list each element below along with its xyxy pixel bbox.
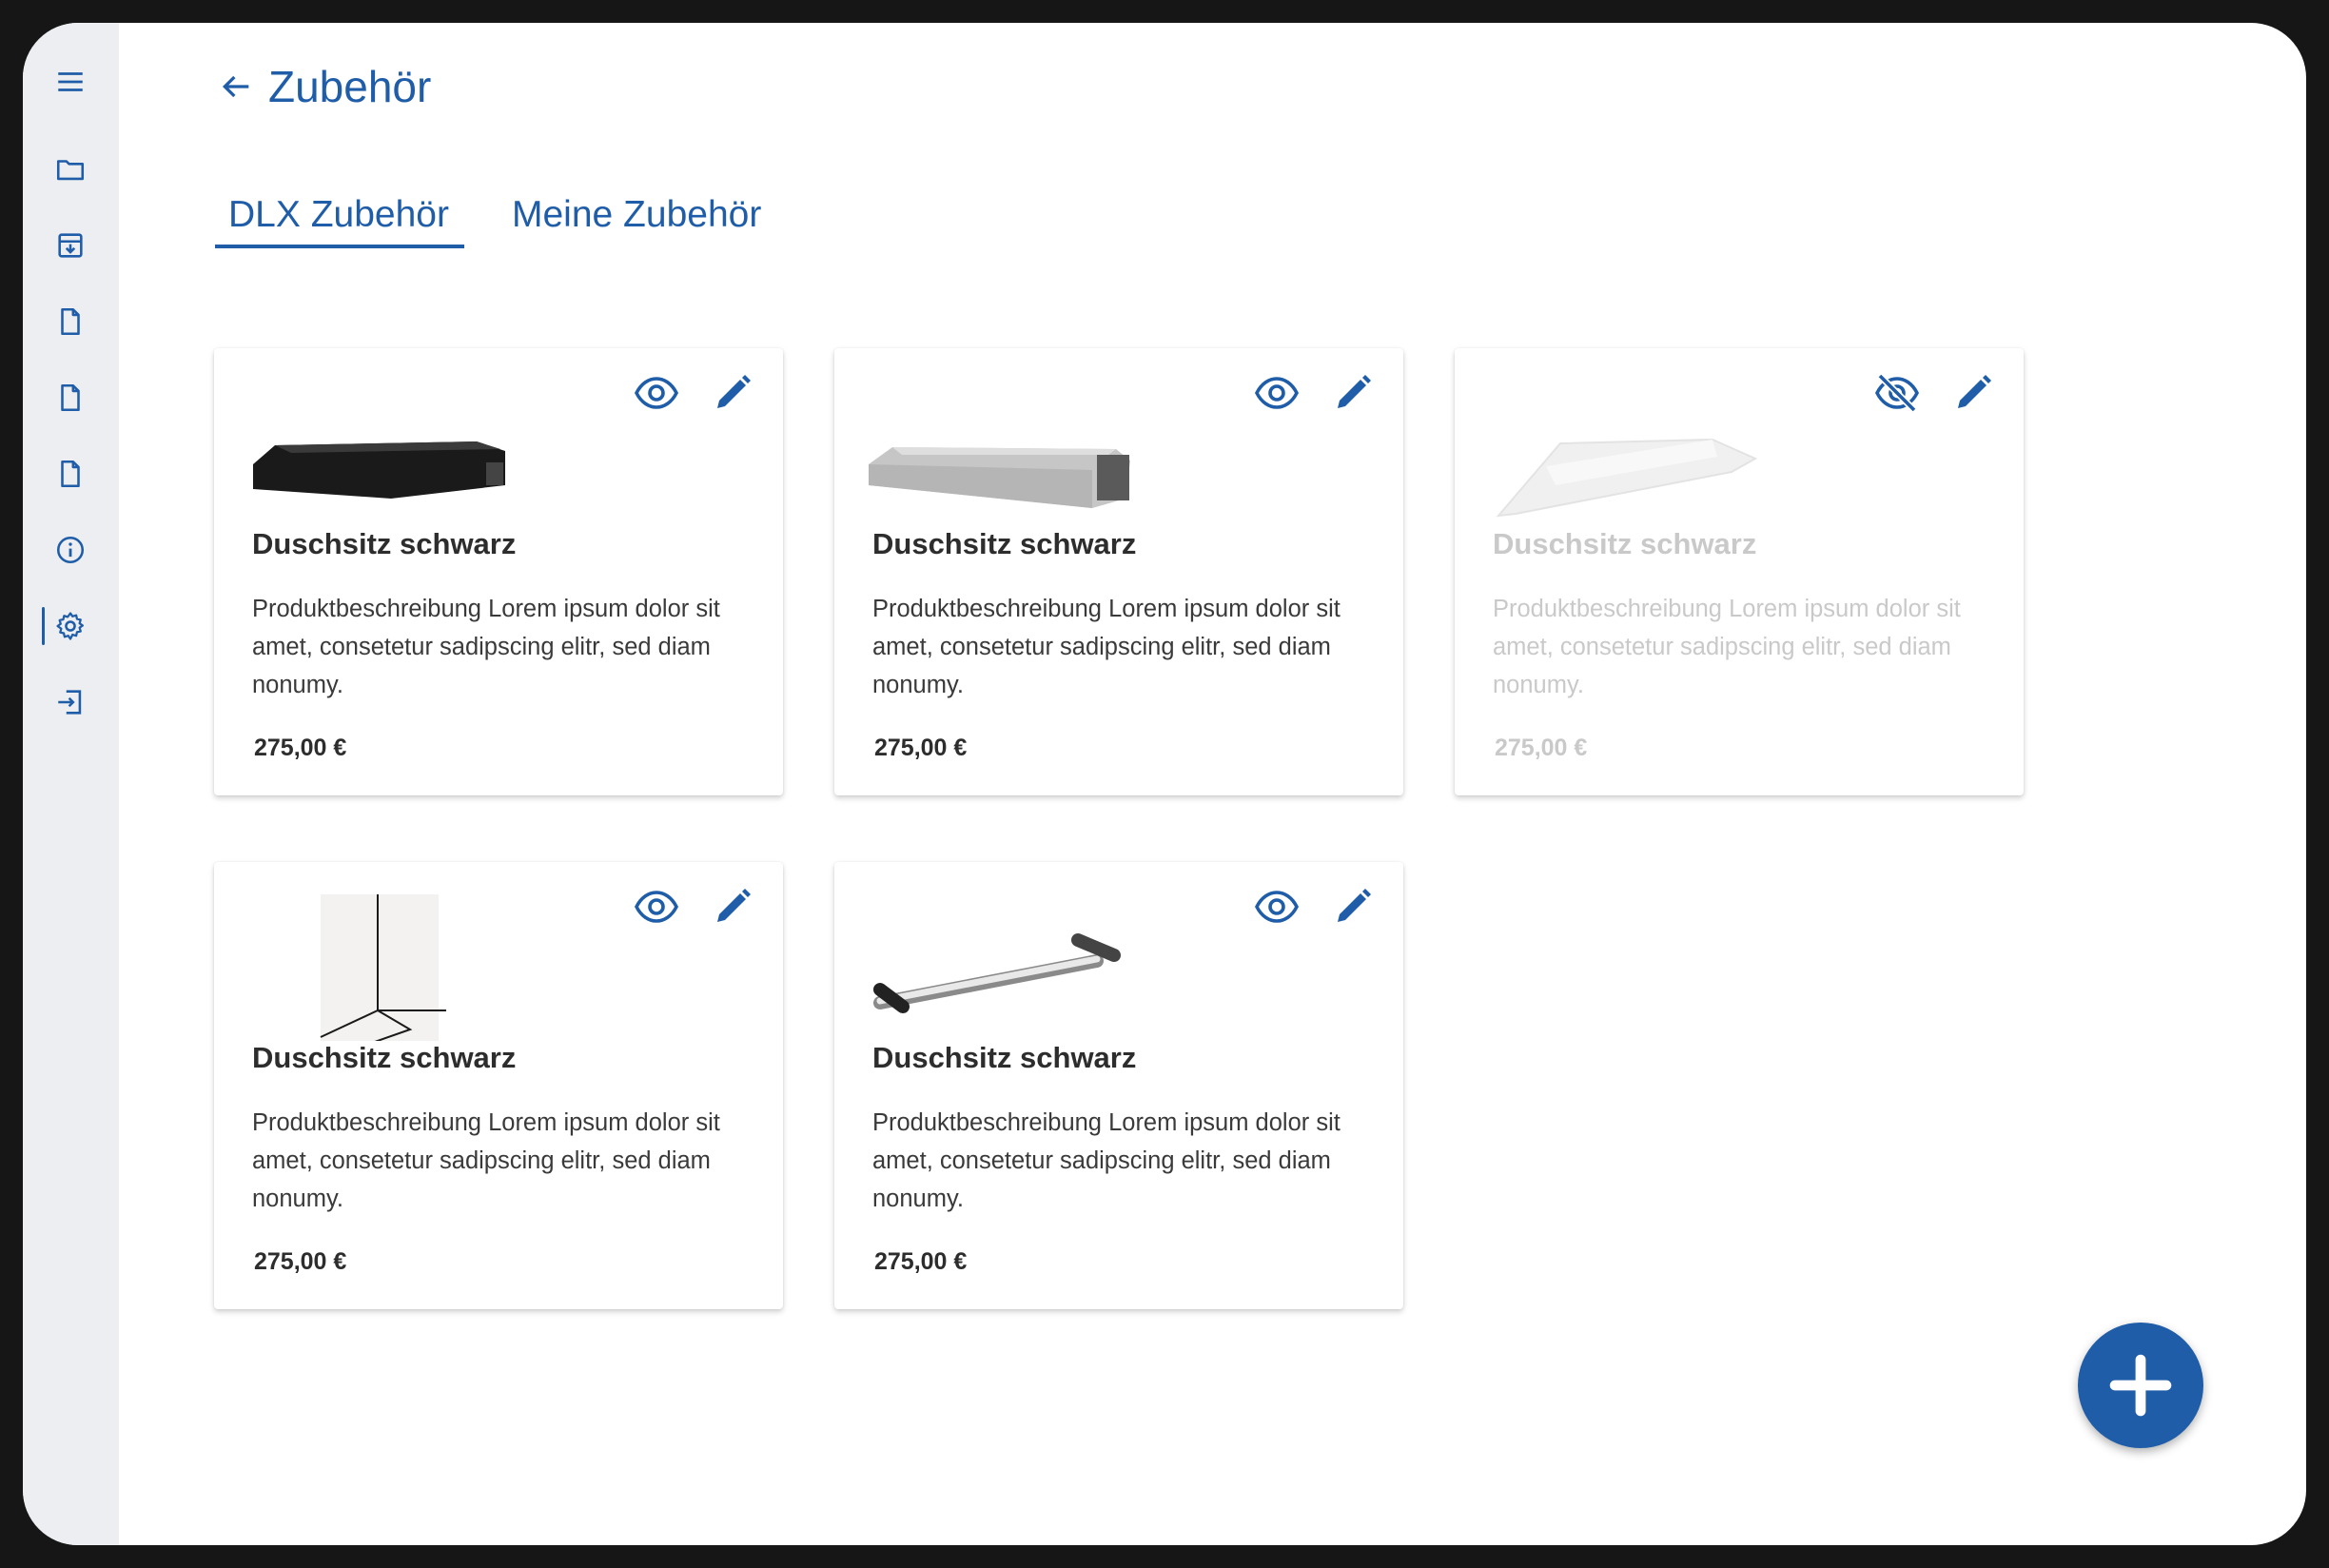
- tab-dlx-zubehoer[interactable]: DLX Zubehör: [228, 194, 449, 236]
- back-arrow-icon[interactable]: [217, 68, 255, 106]
- add-button[interactable]: [2078, 1323, 2203, 1448]
- app-window: Zubehör DLX Zubehör Meine Zubehör Duschs…: [23, 23, 2306, 1545]
- document-icon[interactable]: [51, 303, 89, 341]
- product-name: Duschsitz schwarz: [1493, 527, 1757, 560]
- sidebar: [23, 23, 119, 1545]
- product-card[interactable]: Duschsitz schwarz Produktbeschreibung Lo…: [834, 862, 1403, 1309]
- product-image: [253, 441, 505, 499]
- product-card[interactable]: Duschsitz schwarz Produktbeschreibung Lo…: [214, 862, 783, 1309]
- product-price: 275,00 €: [874, 735, 968, 761]
- eye-icon[interactable]: [1253, 883, 1301, 931]
- page-title-text: Zubehör: [268, 62, 432, 111]
- pencil-icon[interactable]: [1329, 369, 1377, 417]
- product-price: 275,00 €: [1495, 735, 1588, 761]
- document-icon[interactable]: [51, 455, 89, 493]
- product-description: Produktbeschreibung Lorem ipsum dolor si…: [252, 596, 720, 698]
- pencil-icon[interactable]: [709, 369, 756, 417]
- active-tab-underline: [215, 245, 464, 248]
- product-price: 275,00 €: [254, 735, 347, 761]
- info-icon[interactable]: [51, 531, 89, 569]
- product-description: Produktbeschreibung Lorem ipsum dolor si…: [872, 1109, 1341, 1212]
- product-description: Produktbeschreibung Lorem ipsum dolor si…: [252, 1109, 720, 1212]
- product-description: Produktbeschreibung Lorem ipsum dolor si…: [872, 596, 1341, 698]
- folder-icon[interactable]: [51, 150, 89, 188]
- pencil-icon[interactable]: [709, 883, 756, 931]
- product-description: Produktbeschreibung Lorem ipsum dolor si…: [1493, 596, 1961, 698]
- plus-icon: [2109, 1354, 2172, 1417]
- product-image: [1496, 438, 1758, 518]
- product-image: [873, 933, 1121, 1013]
- eye-icon[interactable]: [633, 883, 680, 931]
- product-name: Duschsitz schwarz: [252, 527, 517, 560]
- logout-icon[interactable]: [51, 683, 89, 721]
- product-card[interactable]: Duschsitz schwarz Produktbeschreibung Lo…: [834, 348, 1403, 795]
- page-title: Zubehör: [217, 61, 431, 112]
- product-card[interactable]: Duschsitz schwarz Produktbeschreibung Lo…: [1455, 348, 2024, 795]
- archive-download-icon[interactable]: [51, 226, 89, 265]
- eye-off-icon[interactable]: [1873, 369, 1921, 417]
- active-indicator: [42, 607, 45, 645]
- document-icon[interactable]: [51, 379, 89, 417]
- product-card[interactable]: Duschsitz schwarz Produktbeschreibung Lo…: [214, 348, 783, 795]
- gear-icon[interactable]: [51, 607, 89, 645]
- product-name: Duschsitz schwarz: [872, 1041, 1137, 1074]
- pencil-icon[interactable]: [1949, 369, 1997, 417]
- tab-meine-zubehoer[interactable]: Meine Zubehör: [512, 194, 761, 236]
- eye-icon[interactable]: [1253, 369, 1301, 417]
- product-price: 275,00 €: [254, 1248, 347, 1275]
- product-price: 275,00 €: [874, 1248, 968, 1275]
- menu-icon[interactable]: [51, 63, 89, 101]
- product-name: Duschsitz schwarz: [252, 1041, 517, 1074]
- eye-icon[interactable]: [633, 369, 680, 417]
- product-image: [869, 447, 1130, 508]
- pencil-icon[interactable]: [1329, 883, 1377, 931]
- product-name: Duschsitz schwarz: [872, 527, 1137, 560]
- product-image: [320, 894, 446, 1041]
